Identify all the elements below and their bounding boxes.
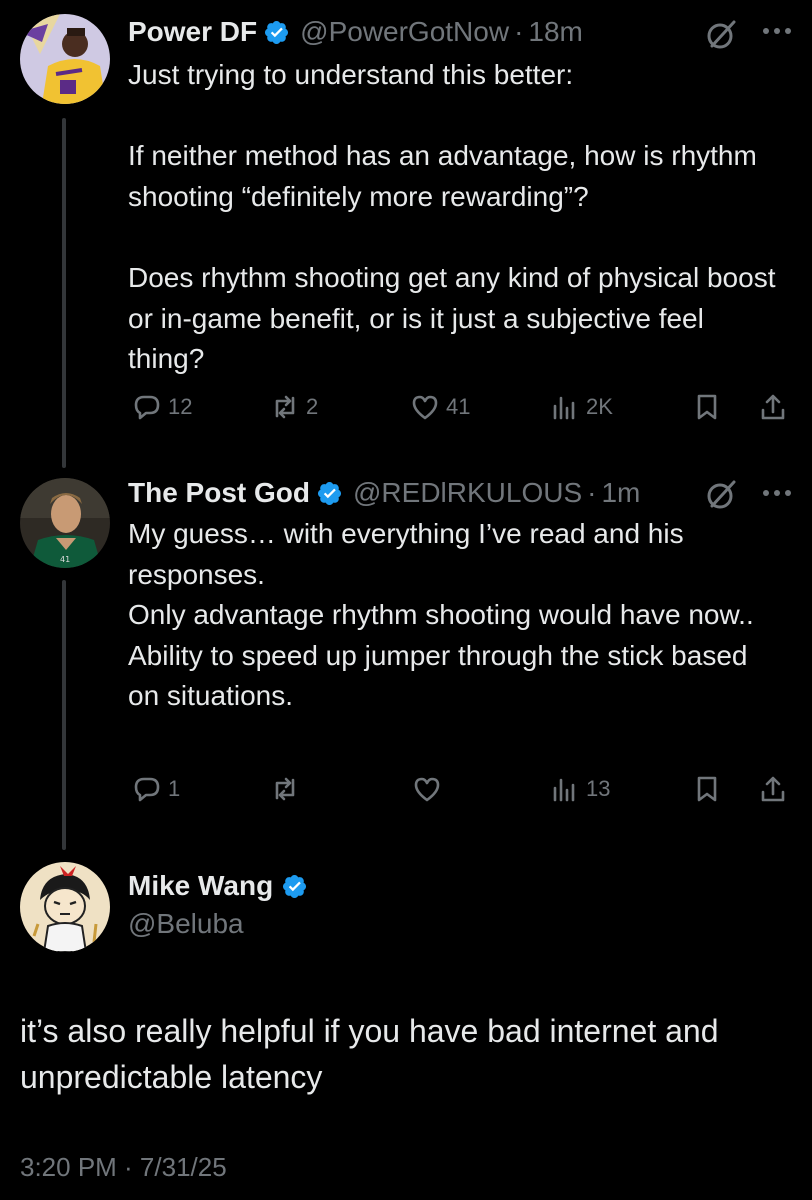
repost-count: 2 (306, 394, 319, 419)
grok-icon[interactable] (704, 478, 738, 512)
tweet-timestamp[interactable]: 3:20 PM · 7/31/25 (20, 1152, 227, 1183)
repost-icon (275, 395, 295, 419)
author-handle[interactable]: @REDlRKULOUS (353, 475, 582, 511)
repost-button[interactable] (270, 774, 306, 804)
share-icon (761, 776, 785, 802)
separator: · (587, 477, 597, 508)
verified-badge-icon (283, 874, 307, 898)
views-count: 2K (586, 394, 613, 419)
separator: · (514, 16, 524, 47)
reply-count: 1 (168, 776, 181, 801)
avatar[interactable] (20, 14, 110, 104)
main-author-block: Mike Wang @Beluba (128, 868, 318, 942)
tweet-text: My guess… with everything I’ve read and … (128, 518, 754, 712)
share-icon (761, 394, 785, 420)
main-tweet-text: it’s also really helpful if you have bad… (20, 1013, 728, 1095)
author-name[interactable]: Mike Wang (128, 868, 273, 904)
bookmark-button[interactable] (692, 392, 722, 422)
verified-badge-icon (265, 20, 289, 44)
heart-icon (414, 777, 440, 802)
reply-icon (134, 777, 160, 802)
more-icon[interactable] (762, 26, 792, 36)
views-icon (553, 396, 575, 420)
views-icon (553, 778, 575, 802)
author-handle[interactable]: @PowerGotNow (300, 14, 509, 50)
bookmark-button[interactable] (692, 774, 722, 804)
like-button[interactable]: 41 (410, 392, 470, 422)
tweet-time[interactable]: 1m (601, 475, 640, 511)
repost-button[interactable]: 2 (270, 392, 318, 422)
tweet-header: Power DF @PowerGotNow · 18m (128, 14, 583, 50)
avatar[interactable] (20, 862, 110, 952)
grok-icon[interactable] (704, 18, 738, 52)
reply-count: 12 (168, 394, 193, 419)
views-button[interactable]: 2K (550, 392, 613, 422)
author-name[interactable]: Power DF (128, 14, 257, 50)
reply-button[interactable]: 1 (132, 774, 180, 804)
reply-icon (134, 395, 160, 420)
repost-icon (275, 777, 295, 801)
share-button[interactable] (758, 392, 788, 422)
thread-line (62, 118, 66, 468)
tweet-time[interactable]: 18m (528, 14, 582, 50)
author-handle[interactable]: @Beluba (128, 906, 318, 942)
bookmark-icon (697, 776, 717, 802)
views-count: 13 (586, 776, 611, 801)
thread-line (62, 580, 66, 850)
heart-icon (412, 395, 438, 420)
like-button[interactable] (412, 774, 448, 804)
bookmark-icon (697, 394, 717, 420)
more-icon[interactable] (762, 488, 792, 498)
views-button[interactable]: 13 (550, 774, 610, 804)
tweet-header: The Post God @REDlRKULOUS · 1m (128, 475, 640, 511)
like-count: 41 (446, 394, 471, 419)
avatar[interactable]: 41 (20, 478, 110, 568)
svg-text:41: 41 (60, 555, 70, 564)
tweet-text: Just trying to understand this better: I… (128, 59, 776, 375)
reply-button[interactable]: 12 (132, 392, 192, 422)
verified-badge-icon (317, 481, 342, 505)
author-name[interactable]: The Post God (128, 475, 310, 511)
share-button[interactable] (758, 774, 788, 804)
